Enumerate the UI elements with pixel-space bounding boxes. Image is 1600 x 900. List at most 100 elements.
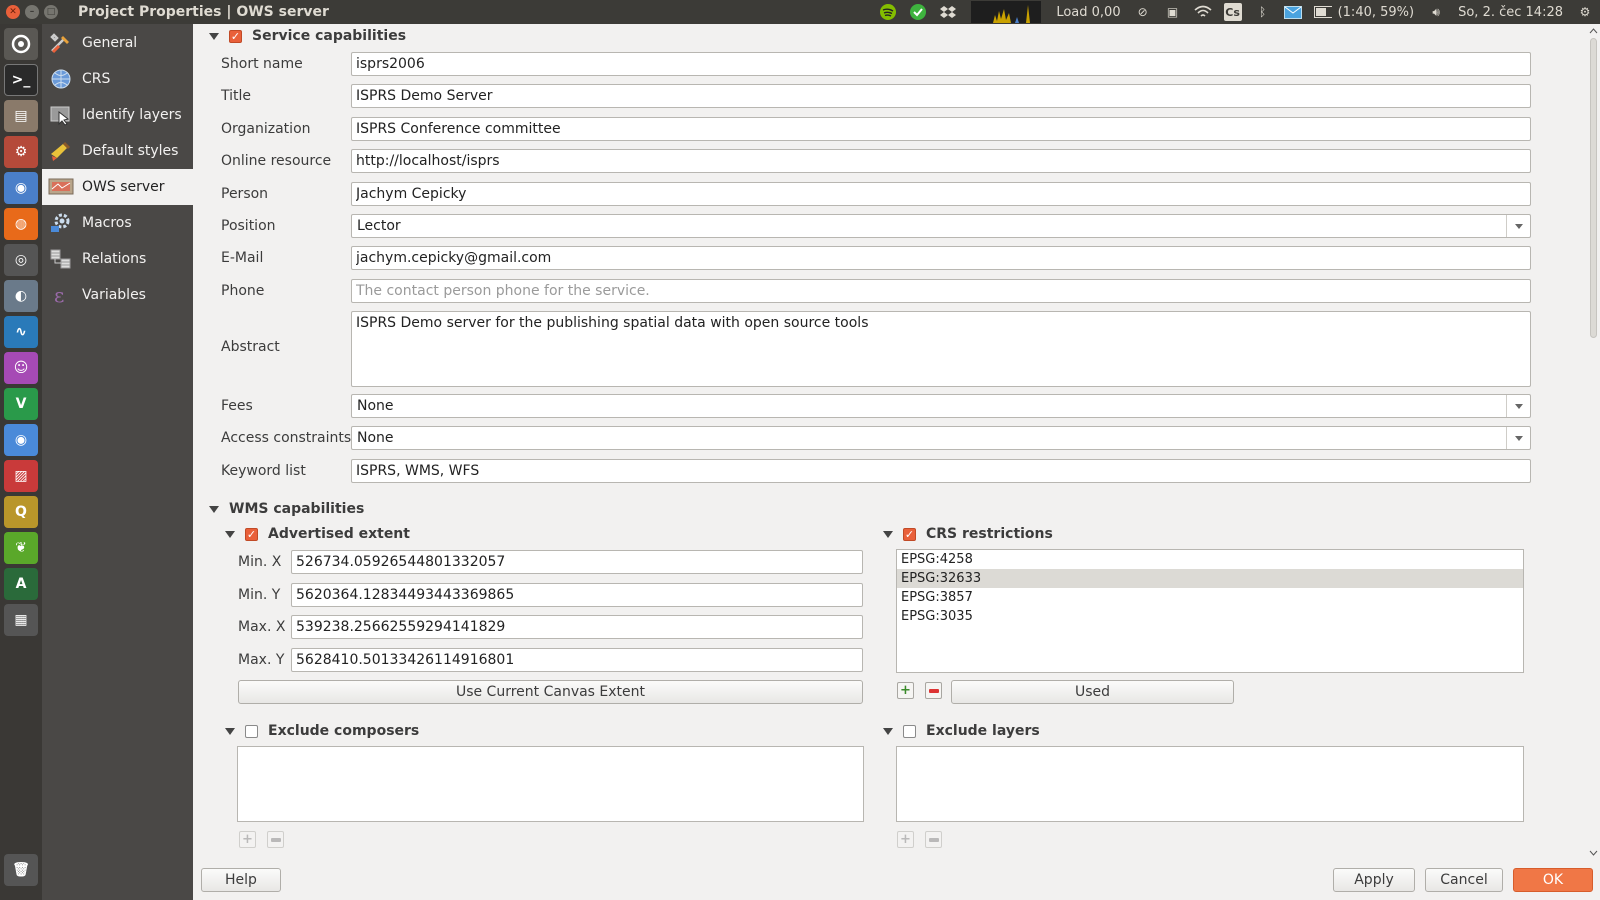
exclude-layers-checkbox[interactable] <box>903 724 916 738</box>
webcam-icon[interactable]: ◎ <box>4 244 38 276</box>
short-name-input[interactable] <box>351 52 1531 76</box>
clipboard-icon[interactable]: ▣ <box>1164 3 1182 21</box>
keyword-list-input[interactable] <box>351 459 1531 483</box>
nav-item-ows-server[interactable]: OWS server <box>42 169 193 205</box>
service-capabilities-header[interactable]: ✓ Service capabilities <box>209 28 406 44</box>
advertised-extent-checkbox[interactable]: ✓ <box>245 527 258 541</box>
software-center-icon[interactable]: A <box>4 568 38 600</box>
collapse-triangle-icon[interactable] <box>209 505 219 513</box>
add-composer-button[interactable]: + <box>239 831 256 848</box>
abstract-textarea[interactable]: ISPRS Demo server for the publishing spa… <box>351 311 1531 387</box>
exclude-composers-list[interactable] <box>237 746 864 822</box>
title-input[interactable] <box>351 84 1531 108</box>
exclude-composers-header[interactable]: Exclude composers <box>225 723 419 739</box>
window-maximize-button[interactable]: □ <box>44 5 58 19</box>
used-crs-button[interactable]: Used <box>951 680 1234 704</box>
remove-composer-button[interactable] <box>267 831 284 848</box>
volume-icon[interactable]: 🔊︎ <box>1427 3 1445 21</box>
keyboard-layout-icon[interactable]: Cs <box>1223 3 1242 21</box>
nav-item-relations[interactable]: Relations <box>42 241 193 277</box>
document-viewer-icon[interactable]: ▨ <box>4 460 38 492</box>
collapse-triangle-icon[interactable] <box>883 727 893 735</box>
wms-capabilities-header[interactable]: WMS capabilities <box>209 501 364 517</box>
check-icon[interactable] <box>909 3 927 21</box>
qgis-icon[interactable]: Q <box>4 496 38 528</box>
nav-item-default-styles[interactable]: Default styles <box>42 133 193 169</box>
crs-restrictions-header[interactable]: ✓ CRS restrictions <box>883 526 1053 542</box>
vertical-scrollbar[interactable] <box>1587 24 1600 860</box>
remove-layer-button[interactable] <box>925 831 942 848</box>
nav-item-identify-layers[interactable]: Identify layers <box>42 97 193 133</box>
exclude-layers-list[interactable] <box>896 746 1524 822</box>
window-minimize-button[interactable]: – <box>25 5 39 19</box>
settings-icon[interactable]: ⚙ <box>4 136 38 168</box>
add-layer-button[interactable]: + <box>897 831 914 848</box>
trash-icon[interactable]: 🗑︎ <box>4 854 38 886</box>
nav-item-crs[interactable]: CRS <box>42 61 193 97</box>
max-x-input[interactable] <box>291 615 863 639</box>
crs-list-item[interactable]: EPSG:4258 <box>897 550 1523 569</box>
dropbox-icon[interactable] <box>939 3 957 21</box>
load-indicator[interactable]: Load 0,00 <box>1056 5 1120 20</box>
collapse-triangle-icon[interactable] <box>225 530 235 538</box>
pidgin-icon[interactable]: ☺ <box>4 352 38 384</box>
exclude-composers-checkbox[interactable] <box>245 724 258 738</box>
clock[interactable]: So, 2. čec 14:28 <box>1458 5 1563 20</box>
email-input[interactable] <box>351 246 1531 270</box>
files-icon[interactable]: ▤ <box>4 100 38 132</box>
chevron-down-icon[interactable] <box>1506 215 1530 237</box>
ok-button[interactable]: OK <box>1513 868 1593 892</box>
chrome-icon[interactable]: ◉ <box>4 424 38 456</box>
battery-icon[interactable] <box>1313 3 1332 21</box>
nav-item-variables[interactable]: ε Variables <box>42 277 193 313</box>
remove-crs-button[interactable] <box>925 682 942 699</box>
add-crs-button[interactable]: + <box>897 682 914 699</box>
settings-gear-icon[interactable]: ⚙ <box>1576 3 1594 21</box>
collapse-triangle-icon[interactable] <box>225 727 235 735</box>
min-y-input[interactable] <box>291 583 863 607</box>
terminal-icon[interactable]: >_ <box>4 64 38 96</box>
crs-list-item[interactable]: EPSG:32633 <box>897 569 1523 588</box>
system-monitor-graph[interactable] <box>971 1 1042 23</box>
chevron-down-icon[interactable] <box>1506 395 1530 417</box>
crs-list-item[interactable]: EPSG:3035 <box>897 607 1523 626</box>
nav-item-macros[interactable]: Macros <box>42 205 193 241</box>
system-monitor-icon[interactable]: ∿ <box>4 316 38 348</box>
crs-restrictions-checkbox[interactable]: ✓ <box>903 527 916 541</box>
grass-icon[interactable]: ❦ <box>4 532 38 564</box>
spotify-icon[interactable] <box>879 3 897 21</box>
collapse-triangle-icon[interactable] <box>209 32 219 40</box>
crs-list-item[interactable]: EPSG:3857 <box>897 588 1523 607</box>
nav-item-general[interactable]: General <box>42 25 193 61</box>
qgis-globe-icon[interactable]: ◐ <box>4 280 38 312</box>
fees-combo[interactable]: None <box>351 394 1531 418</box>
workspace-switcher-icon[interactable]: ▦ <box>4 604 38 636</box>
firefox-icon[interactable]: ◍ <box>4 208 38 240</box>
exclude-layers-header[interactable]: Exclude layers <box>883 723 1040 739</box>
position-combo[interactable]: Lector <box>351 214 1531 238</box>
min-x-input[interactable] <box>291 550 863 574</box>
advertised-extent-header[interactable]: ✓ Advertised extent <box>225 526 410 542</box>
phone-input[interactable] <box>351 279 1531 303</box>
apply-button[interactable]: Apply <box>1333 868 1415 892</box>
sync-icon[interactable]: ⊘ <box>1134 3 1152 21</box>
organization-input[interactable] <box>351 117 1531 141</box>
service-capabilities-checkbox[interactable]: ✓ <box>229 29 242 43</box>
window-close-button[interactable]: ✕ <box>6 5 20 19</box>
crs-restrictions-list[interactable]: EPSG:4258 EPSG:32633 EPSG:3857 EPSG:3035 <box>896 549 1524 673</box>
person-input[interactable] <box>351 182 1531 206</box>
use-current-canvas-extent-button[interactable]: Use Current Canvas Extent <box>238 680 863 704</box>
dash-home-icon[interactable] <box>4 28 38 60</box>
access-constraints-combo[interactable]: None <box>351 426 1531 450</box>
chromium-icon[interactable]: ◉ <box>4 172 38 204</box>
collapse-triangle-icon[interactable] <box>883 530 893 538</box>
max-y-input[interactable] <box>291 648 863 672</box>
chevron-down-icon[interactable] <box>1506 427 1530 449</box>
help-button[interactable]: Help <box>201 868 281 892</box>
vim-icon[interactable]: V <box>4 388 38 420</box>
mail-icon[interactable] <box>1283 3 1302 21</box>
cancel-button[interactable]: Cancel <box>1425 868 1503 892</box>
bluetooth-icon[interactable]: ᛒ <box>1254 3 1272 21</box>
online-resource-input[interactable] <box>351 149 1531 173</box>
wifi-icon[interactable] <box>1194 3 1212 21</box>
